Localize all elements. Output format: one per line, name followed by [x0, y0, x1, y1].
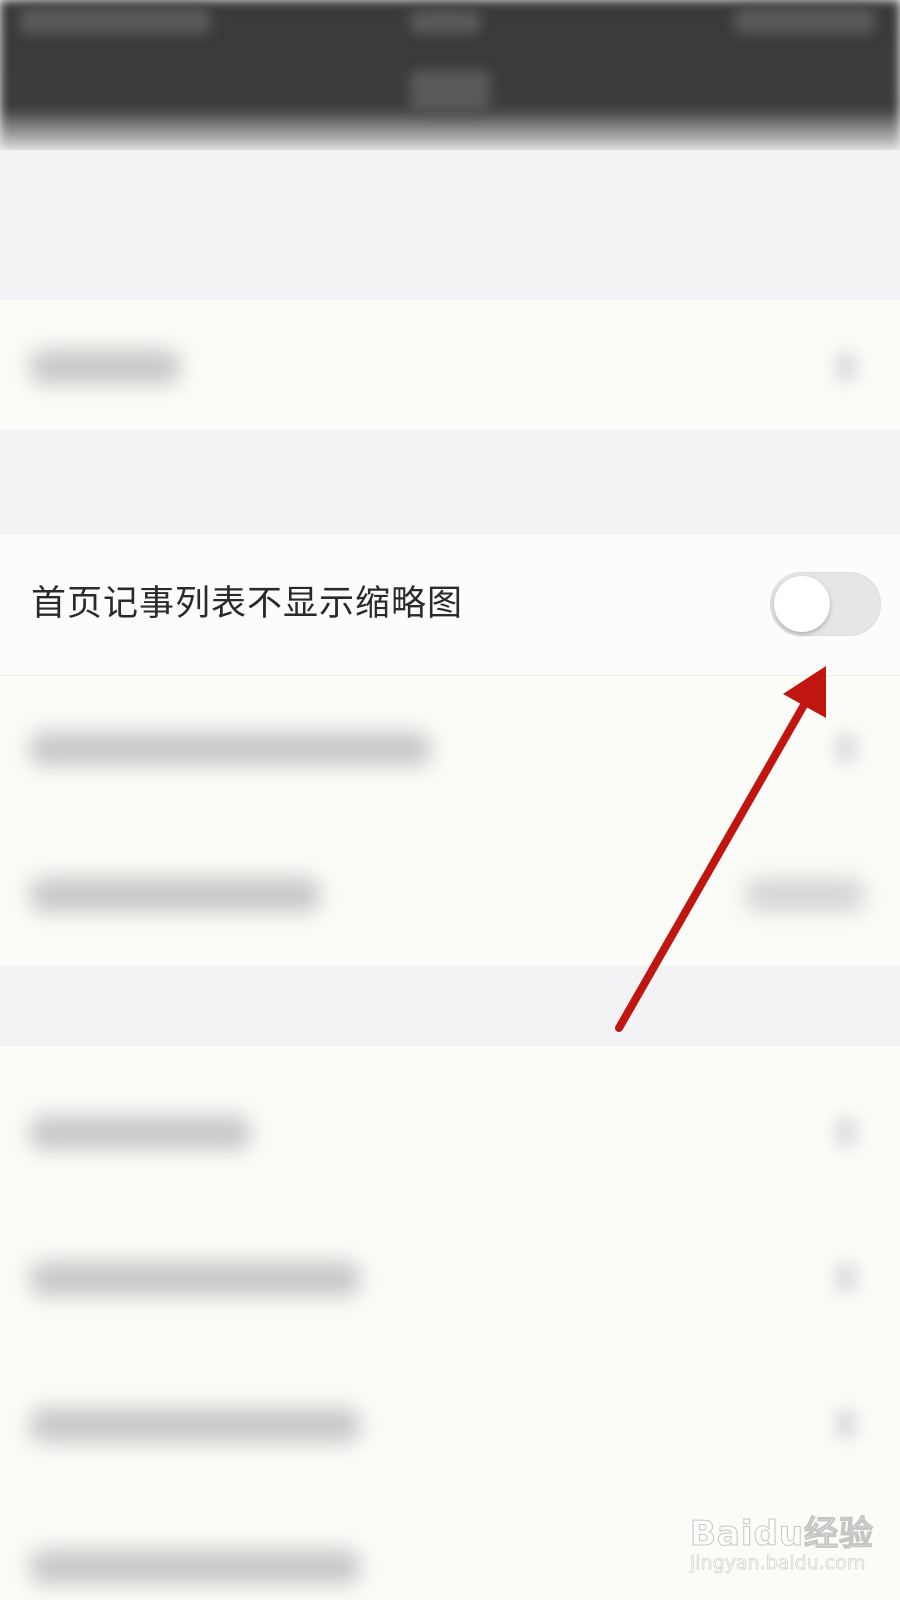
setting-row-no-thumbnail[interactable]: 首页记事列表不显示缩略图	[0, 533, 900, 676]
row-label-blurred	[30, 1550, 360, 1584]
section-gap	[0, 430, 900, 533]
status-carrier-blurred	[20, 8, 210, 34]
thumbnail-toggle-switch[interactable]	[770, 572, 881, 636]
watermark-url: jingyan.baidu.com	[690, 1552, 866, 1575]
setting-label: 首页记事列表不显示缩略图	[31, 584, 464, 624]
settings-group-blurred	[0, 676, 900, 966]
chevron-right-icon	[835, 733, 857, 763]
chevron-right-icon	[835, 1117, 857, 1147]
row-label-blurred	[30, 878, 320, 912]
header-title-blurred	[410, 70, 490, 112]
section-gap	[0, 966, 900, 1046]
toggle-knob	[774, 576, 830, 632]
row-label-blurred	[30, 1116, 250, 1150]
row-label-blurred	[30, 732, 430, 766]
status-icons-blurred	[735, 8, 875, 34]
row-label-blurred	[30, 1262, 360, 1296]
row-label-blurred	[30, 1408, 360, 1442]
watermark-brand: Baidu经验	[689, 1514, 875, 1555]
row-value-blurred	[745, 878, 865, 912]
chevron-right-icon	[835, 352, 857, 382]
chevron-right-icon	[835, 1409, 857, 1439]
baidu-jingyan-watermark: Baidu经验 jingyan.baidu.com	[689, 1500, 890, 1590]
chevron-right-icon	[835, 1263, 857, 1293]
status-time-blurred	[410, 10, 480, 34]
section-gap	[0, 150, 900, 300]
row-label-blurred	[30, 350, 180, 384]
